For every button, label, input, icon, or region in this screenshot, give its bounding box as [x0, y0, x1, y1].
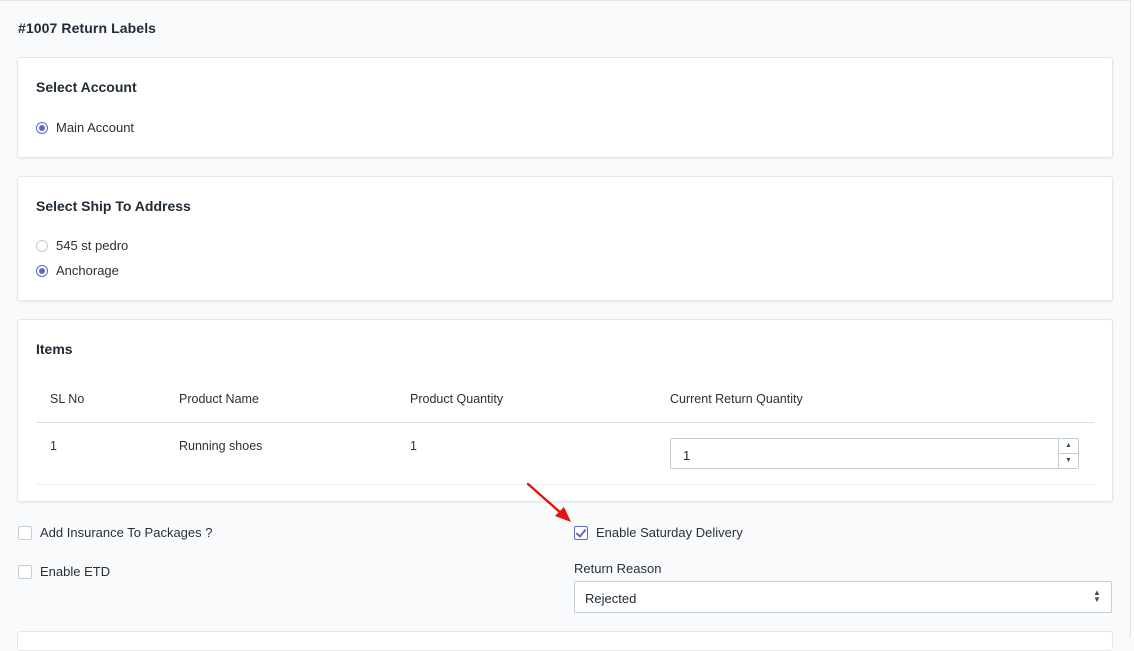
- saturday-delivery-label: Enable Saturday Delivery: [596, 525, 743, 540]
- red-arrow-icon: [526, 482, 571, 522]
- items-card: Items SL No Product Name Product Quantit…: [17, 319, 1113, 502]
- address-card: Select Ship To Address 545 st pedro Anch…: [17, 176, 1113, 301]
- address-option-545-st-pedro[interactable]: 545 st pedro: [36, 238, 128, 253]
- column-header-sl-no: SL No: [50, 392, 85, 406]
- saturday-delivery-checkbox[interactable]: [574, 525, 588, 540]
- radio-label: 545 st pedro: [56, 238, 129, 253]
- chevron-up-icon[interactable]: ▲: [1059, 439, 1078, 454]
- return-reason-label: Return Reason: [574, 561, 662, 576]
- table-header-divider: [36, 422, 1094, 423]
- radio-button[interactable]: [36, 239, 48, 252]
- top-divider: [0, 0, 1130, 1]
- select-caret-icon: ▲ ▼: [1093, 588, 1101, 604]
- cell-product-quantity: 1: [410, 439, 417, 453]
- account-card: Select Account Main Account: [17, 57, 1113, 158]
- cell-product-name: Running shoes: [179, 439, 263, 453]
- radio-button[interactable]: [36, 121, 48, 134]
- quantity-stepper[interactable]: ▲ ▼: [1058, 439, 1078, 468]
- insurance-label: Add Insurance To Packages ?: [40, 525, 213, 540]
- saturday-delivery-option[interactable]: Enable Saturday Delivery: [574, 525, 743, 540]
- cell-sl-no: 1: [50, 439, 57, 453]
- column-header-product-quantity: Product Quantity: [410, 392, 504, 406]
- account-option-main[interactable]: Main Account: [36, 120, 134, 135]
- etd-option[interactable]: Enable ETD: [18, 564, 110, 579]
- column-header-product-name: Product Name: [179, 392, 259, 406]
- chevron-down-icon[interactable]: ▼: [1059, 454, 1078, 468]
- address-card-title: Select Ship To Address: [36, 198, 191, 214]
- address-option-anchorage[interactable]: Anchorage: [36, 263, 119, 278]
- insurance-option[interactable]: Add Insurance To Packages ?: [18, 525, 213, 540]
- account-card-title: Select Account: [36, 79, 137, 95]
- radio-button[interactable]: [36, 264, 48, 277]
- return-reason-select[interactable]: Rejected ▲ ▼: [574, 581, 1112, 613]
- right-scrollbar-edge: [1130, 0, 1134, 638]
- next-card-edge: [17, 631, 1113, 651]
- return-quantity-value: 1: [683, 448, 691, 463]
- column-header-current-return-quantity: Current Return Quantity: [670, 392, 803, 406]
- etd-checkbox[interactable]: [18, 564, 32, 579]
- return-quantity-input[interactable]: 1 ▲ ▼: [670, 438, 1079, 469]
- items-card-title: Items: [36, 341, 73, 357]
- return-reason-value: Rejected: [585, 591, 637, 606]
- insurance-checkbox[interactable]: [18, 525, 32, 540]
- radio-label: Main Account: [56, 120, 135, 135]
- etd-label: Enable ETD: [40, 564, 111, 579]
- page-title: #1007 Return Labels: [18, 20, 157, 36]
- radio-label: Anchorage: [56, 263, 119, 278]
